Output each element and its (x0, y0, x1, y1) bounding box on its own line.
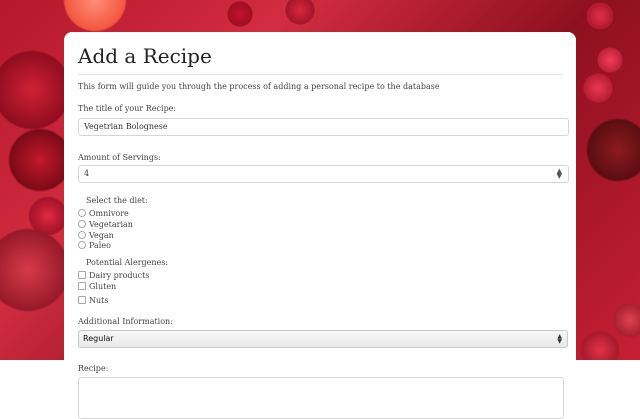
allergen-option-label: Dairy products (89, 271, 150, 280)
diet-option-label: Omnivore (89, 209, 129, 218)
title-divider (78, 74, 563, 75)
checkbox-nuts[interactable] (78, 296, 86, 304)
allergen-option-label: Nuts (89, 296, 109, 305)
servings-input[interactable]: 4 ▲ ▼ (78, 165, 569, 183)
allergen-option-nuts[interactable]: Nuts (78, 296, 108, 306)
recipe-form-card: Add a Recipe This form will guide you th… (64, 32, 576, 419)
checkbox-gluten[interactable] (78, 282, 86, 290)
servings-value: 4 (84, 169, 90, 178)
radio-paleo[interactable] (78, 241, 86, 249)
diet-option-label: Vegetarian (89, 220, 133, 229)
diet-option-vegetarian[interactable]: Vegetarian (78, 220, 133, 230)
allergen-option-gluten[interactable]: Gluten (78, 282, 116, 292)
diet-group-label: Select the diet: (86, 196, 148, 205)
recipe-title-label: The title of your Recipe: (78, 104, 177, 113)
recipe-label: Recipe: (78, 364, 109, 373)
checkbox-dairy[interactable] (78, 271, 86, 279)
servings-label: Amount of Servings: (78, 153, 161, 162)
page-title: Add a Recipe (78, 44, 212, 68)
intro-text: This form will guide you through the pro… (78, 82, 440, 91)
diet-option-paleo[interactable]: Paleo (78, 241, 111, 251)
diet-option-label: Paleo (89, 241, 111, 250)
additional-info-selected: Regular (83, 334, 114, 343)
stepper-arrows-icon[interactable]: ▲ ▼ (557, 168, 562, 180)
recipe-textarea[interactable] (78, 377, 564, 419)
diet-option-omnivore[interactable]: Omnivore (78, 209, 129, 219)
radio-vegan[interactable] (78, 231, 86, 239)
allergens-group-label: Potential Alergenes: (86, 258, 169, 267)
allergen-option-dairy[interactable]: Dairy products (78, 271, 149, 281)
select-arrows-icon[interactable]: ▲ ▼ (557, 334, 562, 345)
additional-info-select[interactable]: Regular ▲ ▼ (78, 330, 568, 348)
allergen-option-label: Gluten (89, 282, 117, 291)
diet-option-vegan[interactable]: Vegan (78, 231, 114, 241)
radio-vegetarian[interactable] (78, 220, 86, 228)
additional-info-label: Additional Information: (78, 317, 173, 326)
recipe-title-input[interactable]: Vegetrian Bolognese (78, 118, 569, 136)
radio-omnivore[interactable] (78, 209, 86, 217)
diet-option-label: Vegan (89, 231, 114, 240)
